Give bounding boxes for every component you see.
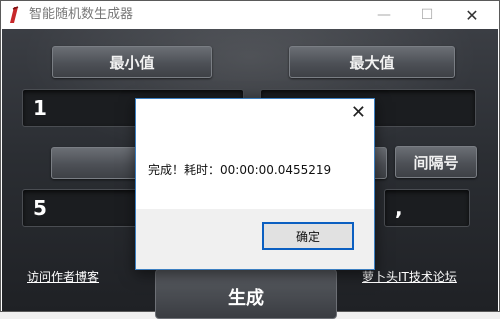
ok-button[interactable]: 确定 — [262, 222, 354, 250]
max-label-button[interactable]: 最大值 — [289, 46, 455, 78]
dialog-close-icon[interactable]: ✕ — [351, 103, 366, 123]
minimize-icon: — — [377, 7, 391, 23]
dialog-footer: 确定 — [136, 209, 374, 269]
dialog-message: 完成！耗时：00:00:00.0455219 — [148, 163, 332, 177]
completion-dialog: ✕ 完成！耗时：00:00:00.0455219 确定 — [135, 98, 375, 270]
close-icon: ✕ — [465, 5, 479, 25]
app-window: 智能随机数生成器 — ☐ ✕ 最小值 最大值 1 个数 间隔号 5 , 生成 访… — [0, 0, 500, 319]
minimize-button[interactable]: — — [361, 1, 407, 29]
close-button[interactable]: ✕ — [449, 1, 495, 29]
window-title: 智能随机数生成器 — [29, 7, 134, 22]
title-bar[interactable]: 智能随机数生成器 — ☐ ✕ — [1, 1, 499, 29]
app-icon — [10, 6, 19, 23]
maximize-icon: ☐ — [420, 7, 434, 23]
min-label-button[interactable]: 最小值 — [52, 46, 212, 78]
separator-value-field[interactable]: , — [384, 189, 470, 227]
maximize-button[interactable]: ☐ — [404, 1, 450, 29]
forum-link[interactable]: 萝卜头IT技术论坛 — [362, 268, 457, 285]
author-blog-link[interactable]: 访问作者博客 — [27, 268, 99, 285]
separator-label-button[interactable]: 间隔号 — [395, 146, 477, 178]
